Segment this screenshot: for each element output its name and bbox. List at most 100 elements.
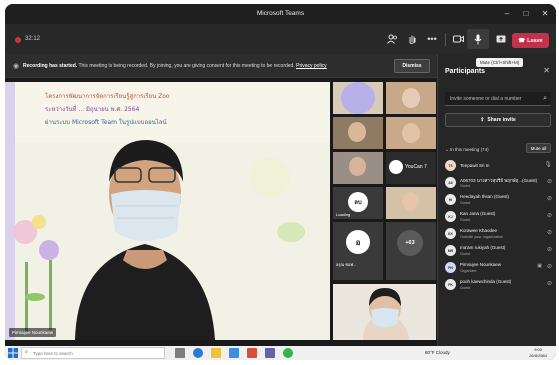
mic-off-icon: ⊘: [546, 230, 552, 236]
minimize-icon[interactable]: –: [502, 9, 512, 19]
recording-indicator-icon: [15, 37, 21, 43]
meeting-timer: 32:12: [25, 36, 41, 42]
participant-video-tile[interactable]: [333, 117, 383, 149]
slide-line: ระหว่างวันที่ ... มิถุนายน พ.ศ. 2564: [45, 106, 140, 113]
close-panel-icon[interactable]: ✕: [543, 66, 550, 75]
presenter-video[interactable]: โครงการพัฒนาการจัดการเรียนรู้สู่การเรียน…: [5, 82, 330, 340]
participant-role: Outside your organization: [460, 235, 504, 239]
more-participants-tile[interactable]: +63: [386, 222, 436, 280]
mic-off-icon: ⊘: [546, 264, 552, 270]
participant-role: Guest: [460, 286, 471, 290]
participant-row[interactable]: A6 A06703 นางสาวสุปรีย์ พฤกษ์ฤ...(Guest)…: [445, 176, 554, 193]
person-face: [402, 123, 420, 143]
recording-message: Recording has started. This meeting is b…: [23, 63, 327, 69]
participant-video-tile[interactable]: อ อรุณ ซอฟ...: [333, 222, 383, 280]
raise-hand-icon[interactable]: [405, 32, 419, 46]
tile-caption: อรุณ ซอฟ...: [336, 262, 357, 267]
recording-message-bold: Recording has started.: [23, 63, 78, 69]
taskbar-search-input[interactable]: [21, 347, 165, 359]
participant-row[interactable]: KK Korawee Khaodee Outside your organiza…: [445, 227, 554, 244]
participant-row[interactable]: PN Pimsujee Nounkaew Organizer ▣ ⊘: [445, 261, 554, 278]
participant-name: Teepawit Sri In: [460, 163, 490, 168]
system-clock[interactable]: 9:00 26/8/2564: [529, 347, 547, 358]
close-window-icon[interactable]: ✕: [540, 9, 550, 19]
participant-role: Guest: [460, 201, 471, 205]
clock-date: 26/8/2564: [529, 352, 547, 358]
camera-icon[interactable]: [451, 32, 465, 46]
participant-role: Guest: [460, 184, 471, 188]
dismiss-button[interactable]: Dismiss: [394, 59, 430, 73]
mic-off-icon: ⊘: [546, 281, 552, 287]
participant-role: Guest: [460, 218, 471, 222]
line-app-icon[interactable]: [283, 348, 293, 358]
mute-all-button[interactable]: Mute all: [526, 143, 551, 153]
participant-row[interactable]: KJ Kan Jana (Guest) Guest ⊘: [445, 210, 554, 227]
search-icon: ⌕: [25, 349, 28, 355]
panel-title: Participants: [445, 68, 486, 75]
tile-caption: Loading: [336, 212, 351, 217]
participant-name: pooh kaewchinda (Guest): [460, 279, 512, 284]
file-explorer-icon[interactable]: [211, 348, 221, 358]
mic-off-icon: ⊘: [546, 213, 552, 219]
participant-avatar: KK: [445, 228, 456, 239]
participant-video-tile[interactable]: [333, 152, 383, 184]
share-invite-button[interactable]: ⇪ Share invite: [445, 113, 551, 127]
participant-row[interactable]: TS Teepawit Sri In 🎙: [445, 159, 554, 176]
chrome-icon[interactable]: [247, 348, 257, 358]
in-meeting-section-header[interactable]: ⌄ In this meeting (74): [445, 147, 489, 153]
participant-avatar: MR: [445, 245, 456, 256]
maximize-icon[interactable]: □: [521, 9, 531, 19]
participants-panel: Mute (Ctrl+Shift+M) Participants ✕ ⌕ ⇪ S…: [437, 54, 556, 346]
participant-name: Heedayah Ihsan (Guest): [460, 194, 510, 199]
participant-video-tile[interactable]: ลบ Loading: [333, 187, 383, 219]
recording-message-body: This meeting is being recorded. By joini…: [77, 63, 295, 69]
windows-taskbar: ⌕ 80°F Cloudy 9:00 26/8/2564: [5, 346, 556, 360]
participant-role: Guest: [460, 252, 471, 256]
participants-icon[interactable]: [385, 32, 399, 46]
youcan-logo: [389, 160, 403, 174]
more-participants-count: +63: [397, 230, 423, 256]
window-title: Microsoft Teams: [256, 10, 305, 17]
more-actions-icon[interactable]: •••: [425, 32, 439, 46]
participant-video-tile[interactable]: [333, 82, 383, 114]
share-screen-icon[interactable]: [494, 32, 508, 46]
participant-video-tile[interactable]: [386, 187, 436, 219]
toolbar-divider: [445, 33, 446, 46]
slide-line: โครงการพัฒนาการจัดการเรียนรู้สู่การเรียน…: [45, 93, 170, 100]
participant-avatar: HI: [445, 194, 456, 205]
participant-row[interactable]: MR ma'am rukiyah (Guest) Guest ⊘: [445, 244, 554, 261]
phone-hangup-icon: ☎: [518, 37, 526, 44]
participant-name: Kan Jana (Guest): [460, 211, 496, 216]
participant-video-tile[interactable]: [333, 284, 436, 340]
windows-start-icon[interactable]: [8, 348, 18, 358]
participant-video-tile[interactable]: YouCan 7: [386, 152, 436, 184]
in-meeting-label: In this meeting (74): [450, 147, 489, 152]
participant-name: Korawee Khaodee: [460, 228, 498, 233]
participant-avatar: A6: [445, 177, 456, 188]
title-bar: Microsoft Teams – □ ✕: [5, 4, 556, 24]
invite-input[interactable]: [445, 92, 551, 106]
participant-row[interactable]: PK pooh kaewchinda (Guest) Guest ⊘: [445, 278, 554, 295]
participant-name: Pimsujee Nounkaew: [460, 262, 502, 267]
leave-button[interactable]: ☎ Leave: [512, 33, 549, 48]
participant-video-tile[interactable]: [386, 117, 436, 149]
microphone-button[interactable]: [467, 29, 489, 49]
participant-video-tile[interactable]: [386, 82, 436, 114]
mic-off-icon: ⊘: [546, 179, 552, 185]
participant-avatar: PK: [445, 279, 456, 290]
participant-name: A06703 นางสาวสุปรีย์ พฤกษ์ฤ...(Guest): [460, 178, 538, 183]
participant-avatar: PN: [445, 262, 456, 273]
weather-widget[interactable]: 80°F Cloudy: [425, 350, 450, 355]
search-icon[interactable]: ⌕: [543, 95, 547, 103]
person-face: [349, 157, 366, 176]
store-icon[interactable]: [229, 348, 239, 358]
participant-row[interactable]: HI Heedayah Ihsan (Guest) Guest ⊘: [445, 193, 554, 210]
participant-video-frame: [333, 284, 436, 340]
teams-window: Microsoft Teams – □ ✕ 32:12 ••• ☎ Leave: [5, 4, 556, 360]
task-view-icon[interactable]: [175, 348, 185, 358]
participant-avatar: KJ: [445, 211, 456, 222]
participant-avatar: ลบ: [348, 192, 368, 212]
privacy-policy-link[interactable]: Privacy policy: [296, 63, 327, 69]
edge-browser-icon[interactable]: [193, 348, 203, 358]
teams-icon[interactable]: [265, 348, 275, 358]
